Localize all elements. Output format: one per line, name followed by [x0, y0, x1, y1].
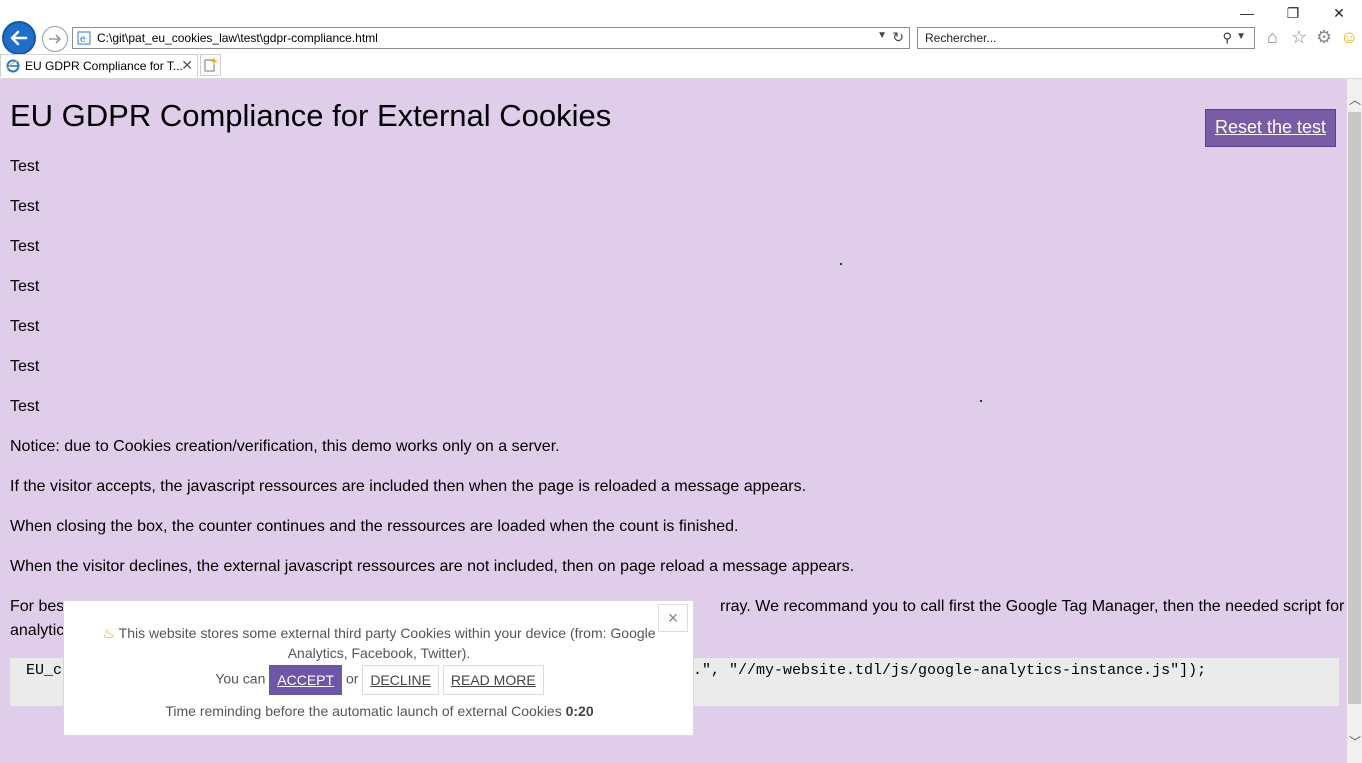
- test-line: Test: [10, 198, 40, 215]
- tab-title: EU GDPR Compliance for T...: [25, 59, 183, 73]
- test-line: Test: [10, 358, 40, 375]
- url-text: C:\git\pat_eu_cookies_law\test\gdpr-comp…: [97, 31, 378, 45]
- scroll-up-icon[interactable]: ︿: [1349, 91, 1361, 108]
- cookie-actions: You can ACCEPT or DECLINE READ MORE: [64, 665, 695, 695]
- page-icon: e: [77, 31, 91, 45]
- search-icon[interactable]: ⚲: [1222, 30, 1232, 46]
- test-line: Test: [10, 278, 40, 295]
- home-icon[interactable]: ⌂: [1267, 28, 1278, 46]
- cookie-message-text: This website stores some external third …: [118, 625, 656, 661]
- closing-paragraph: When closing the box, the counter contin…: [10, 518, 739, 535]
- code-end: .", "//my-website.tdl/js/google-analytic…: [693, 662, 1207, 679]
- window-controls: — ❐ ✕: [1224, 4, 1362, 24]
- test-line: Test: [10, 238, 40, 255]
- tab-close-icon[interactable]: ✕: [181, 57, 193, 74]
- decline-button[interactable]: DECLINE: [362, 665, 439, 695]
- cookie-message: ♨ This website stores some external thir…: [84, 623, 674, 663]
- smiley-feedback-icon[interactable]: ☺: [1340, 28, 1358, 46]
- cookie-icon: ♨: [102, 625, 116, 641]
- browser-tab[interactable]: EU GDPR Compliance for T... ✕: [0, 54, 198, 77]
- search-dropdown-icon[interactable]: ▼: [1236, 31, 1246, 42]
- back-arrow-icon: [10, 30, 28, 46]
- search-placeholder: Rechercher...: [925, 31, 997, 45]
- cookie-consent-banner: × ♨ This website stores some external th…: [63, 600, 694, 736]
- address-dropdown-icon[interactable]: ▼: [877, 30, 887, 41]
- timer-value: 0:20: [565, 703, 594, 719]
- back-button[interactable]: [2, 21, 36, 55]
- forward-button[interactable]: [42, 26, 68, 52]
- ie-icon: [6, 59, 20, 73]
- restore-button[interactable]: ❐: [1270, 4, 1316, 24]
- vertical-scrollbar[interactable]: ︿ ﹀: [1347, 79, 1362, 763]
- search-box[interactable]: Rechercher... ⚲ ▼: [917, 27, 1255, 49]
- close-window-button[interactable]: ✕: [1316, 4, 1362, 24]
- svg-text:e: e: [80, 34, 86, 45]
- test-line: Test: [10, 398, 40, 415]
- reset-test-button[interactable]: Reset the test: [1205, 109, 1336, 147]
- decline-paragraph: When the visitor declines, the external …: [10, 558, 855, 575]
- scroll-down-icon[interactable]: ﹀: [1349, 733, 1361, 750]
- notice-text: Notice: due to Cookies creation/verifica…: [10, 438, 560, 455]
- accept-button[interactable]: ACCEPT: [269, 665, 343, 695]
- new-tab-icon: [204, 57, 218, 72]
- read-more-button[interactable]: READ MORE: [442, 665, 544, 695]
- best-practice-line2: analytic: [10, 622, 65, 639]
- best-practice-end: rray. We recommand you to call first the…: [720, 598, 1345, 615]
- test-line: Test: [10, 158, 40, 175]
- refresh-icon[interactable]: ↻: [892, 29, 904, 46]
- test-line: Test: [10, 318, 40, 335]
- or-text: or: [345, 670, 359, 687]
- address-bar[interactable]: e C:\git\pat_eu_cookies_law\test\gdpr-co…: [72, 27, 910, 49]
- best-practice-start: For bes: [10, 598, 65, 615]
- cookie-timer: Time reminding before the automatic laun…: [64, 703, 695, 719]
- you-can-text: You can: [215, 670, 266, 687]
- minimize-button[interactable]: —: [1224, 4, 1270, 24]
- favorites-star-icon[interactable]: ☆: [1291, 28, 1307, 46]
- gear-icon[interactable]: ⚙: [1316, 28, 1332, 46]
- scrollbar-thumb[interactable]: [1348, 112, 1361, 704]
- code-start: EU_c: [26, 662, 63, 679]
- timer-text: Time reminding before the automatic laun…: [165, 703, 562, 719]
- stray-dot: [980, 400, 982, 402]
- forward-arrow-icon: [49, 34, 62, 44]
- stray-dot: [840, 263, 842, 265]
- new-tab-button[interactable]: [200, 54, 221, 76]
- browser-chrome: — ❐ ✕ e C:\git\pat_eu_cookies_law\test\g…: [0, 0, 1362, 79]
- accept-paragraph: If the visitor accepts, the javascript r…: [10, 478, 807, 495]
- page-title: EU GDPR Compliance for External Cookies: [10, 98, 612, 133]
